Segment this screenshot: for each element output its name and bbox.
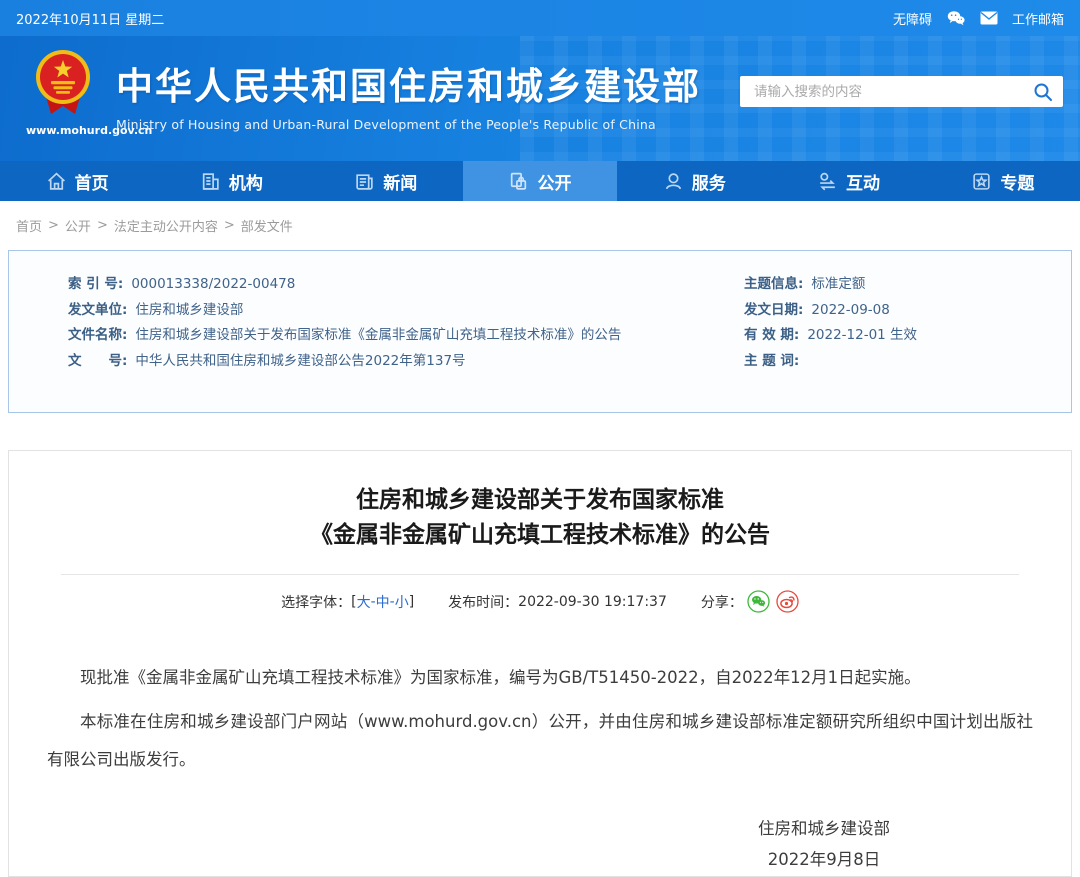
doc-info-row-subject-info: 主题信息: 标准定额 [744,277,1051,291]
breadcrumb-ministry-documents[interactable]: 部发文件 [241,216,293,235]
doc-info-right-column: 主题信息: 标准定额 发文日期: 2022-09-08 有 效 期: 2022-… [744,277,1051,412]
font-size-large-button[interactable]: 大 [357,592,371,612]
search-input[interactable] [754,83,1033,100]
share-group: 分享： [701,590,799,613]
font-selector-label: 选择字体： [281,594,352,611]
nav-item-home[interactable]: 首页 [0,161,154,201]
breadcrumb-separator: > [223,218,235,233]
field-label: 索 引 号: [68,276,124,292]
document-info-card: 索 引 号: 000013338/2022-00478 发文单位: 住房和城乡建… [8,250,1072,413]
nav-label: 服务 [691,173,726,194]
field-label: 有 效 期: [744,327,800,344]
field-value: 中华人民共和国住房和城乡建设部公告2022年第137号 [135,353,466,370]
field-label: 主题信息: [744,276,804,292]
field-value: 住房和城乡建设部 [135,301,244,318]
font-size-small-button[interactable]: 小 [395,592,409,612]
nav-item-disclosure[interactable]: 公开 [462,161,618,201]
font-size-medium-button[interactable]: 中 [376,592,390,612]
site-header: www.mohurd.gov.cn 中华人民共和国住房和城乡建设部 Minist… [0,36,1080,161]
field-label: 主 题 词: [744,353,800,370]
nav-label: 首页 [74,173,109,194]
top-utility-bar: 2022年10月11日 星期二 无障碍 工作邮箱 [0,0,1080,36]
wechat-icon[interactable] [946,10,966,26]
site-brand[interactable]: www.mohurd.gov.cn 中华人民共和国住房和城乡建设部 Minist… [26,48,701,137]
breadcrumb-disclosure[interactable]: 公开 [65,216,91,235]
publish-time-group: 发布时间： 2022-09-30 19:17:37 [448,592,667,612]
nav-label: 新闻 [383,173,418,194]
nav-label: 互动 [846,173,881,194]
breadcrumb-separator: > [48,218,59,233]
section-gap [0,413,1080,450]
breadcrumb-home[interactable]: 首页 [16,216,42,235]
nav-item-topics[interactable]: 专题 [926,161,1080,201]
doc-info-row-document-title: 文件名称: 住房和城乡建设部关于发布国家标准《金属非金属矿山充填工程技术标准》的… [68,328,744,342]
doc-info-row-issue-date: 发文日期: 2022-09-08 [744,301,1051,318]
field-label: 发文日期: [744,301,804,318]
national-emblem-icon [32,50,94,122]
signature-org: 住房和城乡建设部 [758,819,890,838]
nav-label: 机构 [228,173,263,194]
font-size-selector: 选择字体： [ 大 - 中 - 小 ] [281,592,414,612]
weibo-share-icon[interactable] [776,590,799,613]
breadcrumb: 首页 > 公开 > 法定主动公开内容 > 部发文件 [0,201,1080,250]
nav-item-interaction[interactable]: 互动 [771,161,925,201]
breadcrumb-statutory-content[interactable]: 法定主动公开内容 [114,216,218,235]
nav-label: 专题 [1000,173,1035,194]
search-box [740,76,1063,107]
doc-info-row-effective-date: 有 效 期: 2022-12-01 生效 [744,328,1051,342]
person-icon [663,171,684,192]
page: 2022年10月11日 星期二 无障碍 工作邮箱 www.mohurd.gov.… [0,0,1080,877]
star-badge-icon [971,171,992,192]
field-label: 文件名称: [68,327,128,344]
site-title-english: Ministry of Housing and Urban-Rural Deve… [116,116,656,132]
article-title: 住房和城乡建设部关于发布国家标准 《金属非金属矿山充填工程技术标准》的公告 [9,483,1071,553]
site-title: 中华人民共和国住房和城乡建设部 [116,65,701,108]
field-value: 住房和城乡建设部关于发布国家标准《金属非金属矿山充填工程技术标准》的公告 [135,327,622,344]
publish-time-label: 发布时间： [448,594,519,611]
field-label: 发文单位: [68,301,128,318]
newspaper-icon [354,171,375,192]
home-icon [46,171,67,192]
wechat-share-icon[interactable] [747,590,770,613]
signature-date: 2022年9月8日 [767,850,881,869]
field-label: 文 号: [68,353,128,370]
current-date: 2022年10月11日 星期二 [16,12,165,28]
article-body: 现批准《金属非金属矿山充填工程技术标准》为国家标准，编号为GB/T51450-2… [9,659,1071,779]
exchange-arrows-icon [817,171,838,192]
article-paragraph: 本标准在住房和城乡建设部门户网站（www.mohurd.gov.cn）公开，并由… [47,712,1033,769]
work-mailbox-link[interactable]: 工作邮箱 [1012,9,1064,28]
doc-info-row-document-number: 文 号: 中华人民共和国住房和城乡建设部公告2022年第137号 [68,354,744,368]
doc-info-left-column: 索 引 号: 000013338/2022-00478 发文单位: 住房和城乡建… [68,277,744,412]
breadcrumb-separator: > [96,218,108,233]
field-value: 2022-09-08 [811,301,890,318]
doc-info-row-index-number: 索 引 号: 000013338/2022-00478 [68,277,744,291]
article-meta-bar: 选择字体： [ 大 - 中 - 小 ] 发布时间： 2022-09-30 19:… [9,590,1071,613]
search-icon [1034,83,1052,101]
field-value: 000013338/2022-00478 [131,276,296,292]
publish-time-value: 2022-09-30 19:17:37 [518,593,667,610]
accessibility-link[interactable]: 无障碍 [893,9,932,28]
article-title-line1: 住房和城乡建设部关于发布国家标准 [356,487,724,513]
article-paragraph: 现批准《金属非金属矿山充填工程技术标准》为国家标准，编号为GB/T51450-2… [80,668,921,687]
title-divider [61,574,1019,575]
nav-item-services[interactable]: 服务 [617,161,771,201]
nav-item-news[interactable]: 新闻 [309,161,463,201]
doc-info-row-issuing-unit: 发文单位: 住房和城乡建设部 [68,301,744,318]
mail-icon[interactable] [980,11,998,25]
doc-info-row-keywords: 主 题 词: [744,354,1051,368]
building-icon [200,171,221,192]
article-title-line2: 《金属非金属矿山充填工程技术标准》的公告 [310,522,770,548]
document-lock-icon [508,171,529,192]
search-button[interactable] [1033,82,1053,102]
site-url: www.mohurd.gov.cn [26,124,153,137]
share-label: 分享： [700,594,743,611]
article-signature: 住房和城乡建设部 2022年9月8日 [709,813,939,875]
bracket-close: ] [408,593,415,610]
field-value: 2022-12-01 生效 [807,327,918,344]
nav-label: 公开 [537,173,572,194]
nav-item-org[interactable]: 机构 [154,161,308,201]
field-value: 标准定额 [811,276,866,292]
article-card: 住房和城乡建设部关于发布国家标准 《金属非金属矿山充填工程技术标准》的公告 选择… [8,450,1072,877]
main-nav: 首页 机构 新闻 公开 服务 互动 专题 [0,161,1080,201]
